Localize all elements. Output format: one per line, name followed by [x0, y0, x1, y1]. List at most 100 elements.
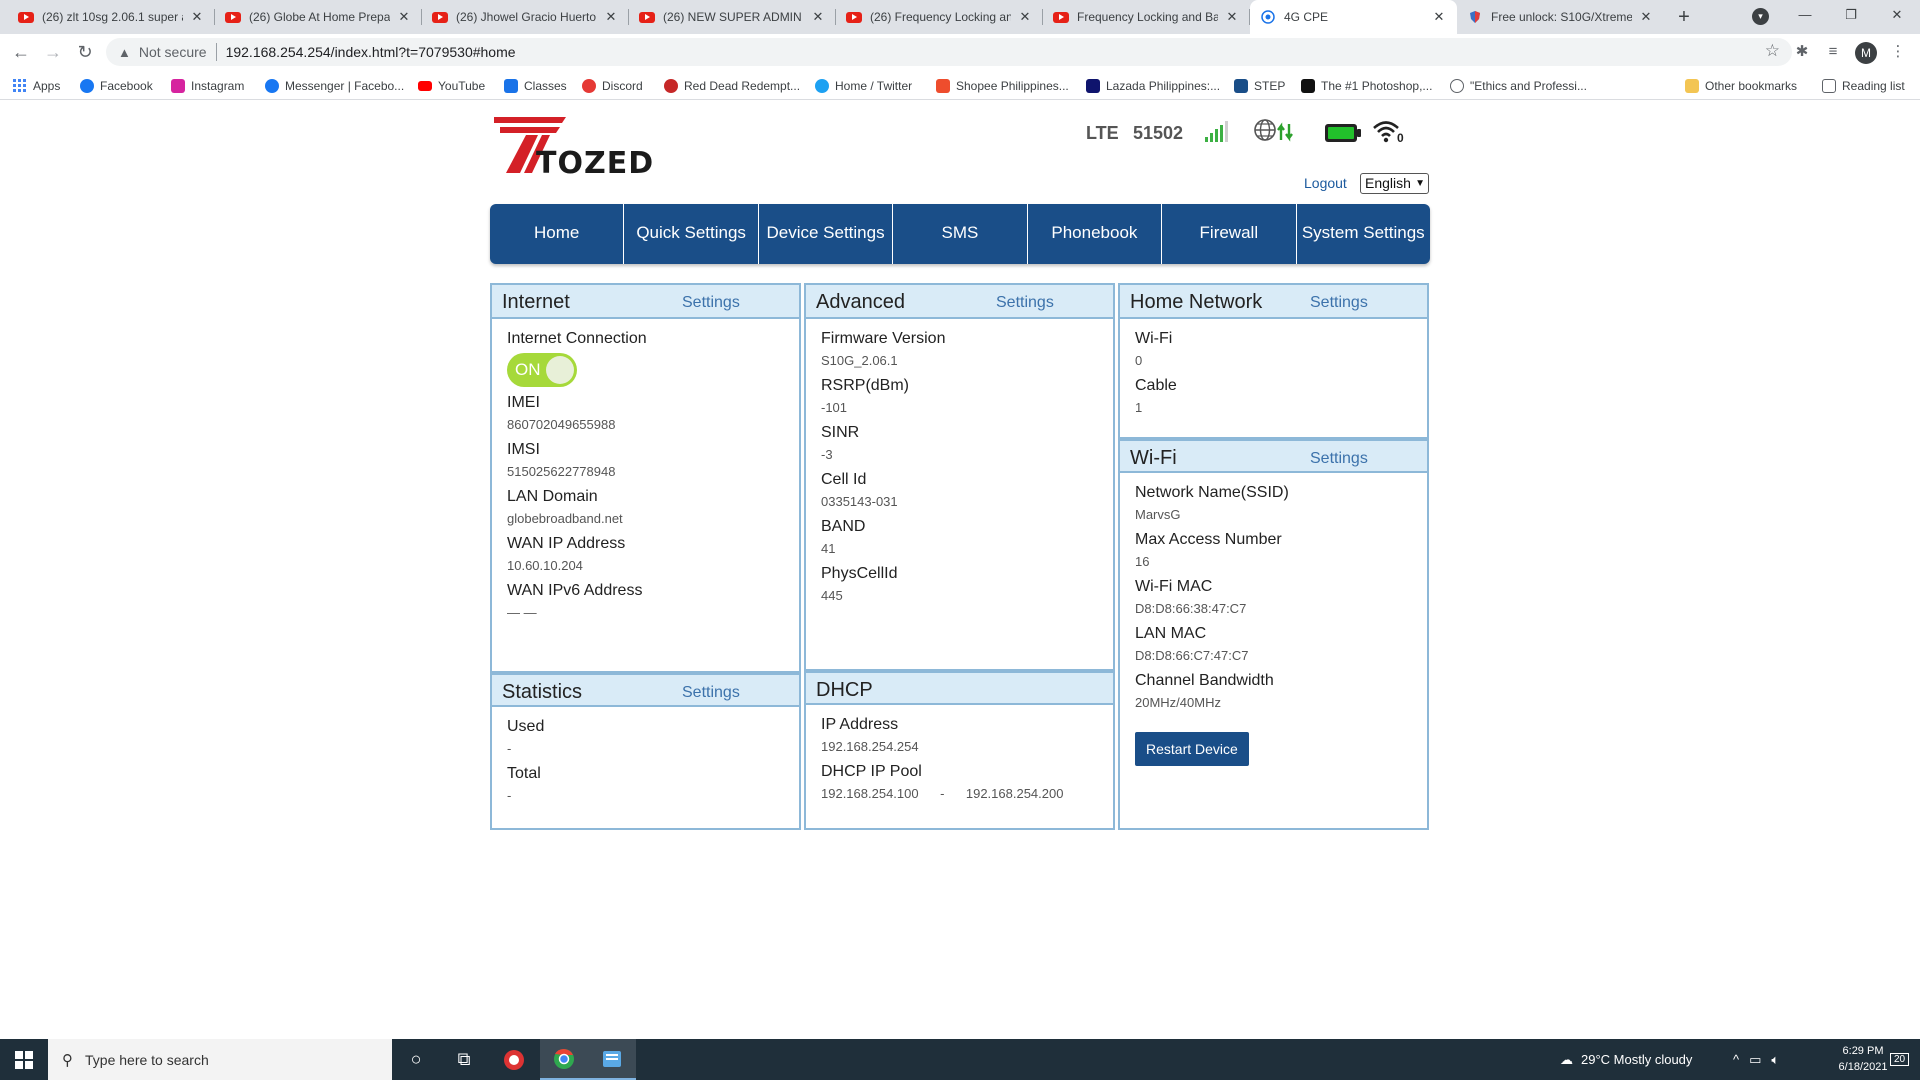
advanced-settings-link[interactable]: Settings: [996, 294, 1054, 312]
tab-search-icon[interactable]: ▾: [1752, 8, 1769, 25]
reading-list[interactable]: Reading list: [1822, 77, 1905, 95]
close-icon[interactable]: ✕: [1638, 9, 1654, 25]
tray-icons: ^ ▭ 🔈︎: [1733, 1039, 1779, 1080]
address-bar[interactable]: ▲ Not secure 192.168.254.254/index.html?…: [106, 38, 1792, 66]
nav-firewall[interactable]: Firewall: [1162, 204, 1297, 264]
classroom-icon: [504, 79, 518, 93]
bookmark-label: Lazada Philippines:...: [1106, 79, 1221, 93]
bookmark-red-dead[interactable]: Red Dead Redempt...: [664, 77, 800, 95]
internet-connection-toggle[interactable]: ON: [507, 353, 577, 387]
close-icon[interactable]: ✕: [396, 9, 412, 25]
wan-ip-value: 10.60.10.204: [507, 558, 583, 573]
reload-icon[interactable]: ↻: [73, 40, 97, 64]
extensions-icon[interactable]: ✱: [1792, 42, 1812, 62]
bookmark-label: YouTube: [438, 79, 486, 93]
windows-start-icon[interactable]: [0, 1039, 48, 1080]
nav-home[interactable]: Home: [490, 204, 625, 264]
bookmark-classes[interactable]: Classes: [504, 77, 567, 95]
nav-device-settings[interactable]: Device Settings: [759, 204, 894, 264]
restore-icon[interactable]: ❐: [1828, 0, 1874, 34]
network-icon[interactable]: ▭: [1749, 1052, 1761, 1068]
browser-tab-active[interactable]: 4G CPE ✕: [1250, 0, 1457, 34]
bookmark-ethics[interactable]: "Ethics and Professi...: [1450, 77, 1587, 95]
browser-tab[interactable]: (26) Jhowel Gracio Huerto ✕: [422, 0, 629, 34]
profile-avatar[interactable]: M: [1855, 42, 1877, 64]
brand-name: TOZED: [536, 146, 655, 181]
security-label[interactable]: Not secure: [139, 44, 207, 60]
app-icon[interactable]: [588, 1039, 636, 1080]
wifi-mac-label: Wi-Fi MAC: [1135, 578, 1213, 595]
cortana-icon[interactable]: ○: [392, 1039, 440, 1080]
home-network-panel: Home Network Settings Wi-Fi 0 Cable 1: [1118, 283, 1429, 439]
task-view-icon[interactable]: ⧉: [440, 1039, 488, 1080]
bookmark-label: Classes: [524, 79, 567, 93]
weather-widget[interactable]: ☁ 29°C Mostly cloudy: [1560, 1039, 1692, 1080]
pool-end: 192.168.254.200: [965, 786, 1064, 801]
search-icon: ⚲: [62, 1051, 73, 1069]
firmware-label: Firmware Version: [821, 330, 946, 347]
close-icon[interactable]: ✕: [189, 9, 205, 25]
internet-settings-link[interactable]: Settings: [682, 294, 740, 312]
wan-ipv6-label: WAN IPv6 Address: [507, 582, 643, 599]
cell-id-label: Cell Id: [821, 471, 867, 488]
chrome-icon[interactable]: [540, 1039, 588, 1080]
close-icon[interactable]: ✕: [603, 9, 619, 25]
network-type: LTE: [1086, 123, 1119, 143]
close-window-icon[interactable]: ✕: [1874, 0, 1920, 34]
close-icon[interactable]: ✕: [810, 9, 826, 25]
imsi-value: 515025622778948: [507, 464, 616, 479]
nav-quick-settings[interactable]: Quick Settings: [624, 204, 759, 264]
bookmark-shopee[interactable]: Shopee Philippines...: [936, 77, 1069, 95]
close-icon[interactable]: ✕: [1017, 9, 1033, 25]
nav-sms[interactable]: SMS: [893, 204, 1028, 264]
nav-phonebook[interactable]: Phonebook: [1028, 204, 1163, 264]
browser-tab-strip: (26) zlt 10sg 2.06.1 super a ✕ (26) Glob…: [0, 0, 1920, 34]
bookmark-photoshop[interactable]: The #1 Photoshop,...: [1301, 77, 1432, 95]
statistics-settings-link[interactable]: Settings: [682, 684, 740, 702]
minimize-icon[interactable]: —: [1782, 0, 1828, 34]
other-bookmarks[interactable]: Other bookmarks: [1685, 77, 1797, 95]
taskbar-clock[interactable]: 6:29 PM 6/18/2021: [1830, 1043, 1896, 1075]
bookmark-discord[interactable]: Discord: [582, 77, 643, 95]
browser-tab[interactable]: (26) NEW SUPER ADMIN A ✕: [629, 0, 836, 34]
bookmark-facebook[interactable]: Facebook: [80, 77, 153, 95]
home-network-settings-link[interactable]: Settings: [1310, 294, 1368, 312]
close-icon[interactable]: ✕: [1431, 9, 1447, 25]
chevron-up-icon[interactable]: ^: [1733, 1052, 1739, 1067]
bookmark-star-icon[interactable]: ☆: [1765, 41, 1780, 61]
media-queue-icon[interactable]: ≡: [1823, 42, 1843, 62]
browser-tab[interactable]: (26) Globe At Home Prepai ✕: [215, 0, 422, 34]
app-icon[interactable]: [490, 1039, 538, 1080]
close-icon[interactable]: ✕: [1224, 9, 1240, 25]
notification-center[interactable]: 20: [1890, 1039, 1910, 1080]
url-text[interactable]: 192.168.254.254/index.html?t=7079530#hom…: [226, 44, 516, 60]
browser-tab[interactable]: (26) Frequency Locking an ✕: [836, 0, 1043, 34]
new-tab-button[interactable]: +: [1672, 6, 1696, 30]
bookmark-lazada[interactable]: Lazada Philippines:...: [1086, 77, 1220, 95]
volume-icon[interactable]: 🔈︎: [1771, 1052, 1779, 1068]
logout-link[interactable]: Logout: [1304, 175, 1347, 191]
dhcp-ip-label: IP Address: [821, 716, 899, 733]
bookmark-instagram[interactable]: Instagram: [171, 77, 244, 95]
restart-device-button[interactable]: Restart Device: [1135, 732, 1249, 766]
menu-icon[interactable]: ⋮: [1888, 42, 1908, 62]
wifi-settings-link[interactable]: Settings: [1310, 450, 1368, 468]
used-label: Used: [507, 718, 545, 735]
taskbar-search[interactable]: ⚲ Type here to search: [48, 1039, 392, 1080]
tab-title: Frequency Locking and Ba: [1077, 10, 1218, 24]
bookmark-apps[interactable]: Apps: [13, 77, 60, 95]
bookmark-youtube[interactable]: YouTube: [418, 77, 485, 95]
bookmark-twitter[interactable]: Home / Twitter: [815, 77, 912, 95]
browser-tab[interactable]: Frequency Locking and Ba ✕: [1043, 0, 1250, 34]
browser-tab[interactable]: Free unlock: S10G/Xtreme ✕: [1457, 0, 1664, 34]
back-icon[interactable]: ←: [9, 40, 33, 64]
imei-label: IMEI: [507, 394, 540, 411]
nav-system-settings[interactable]: System Settings: [1297, 204, 1430, 264]
language-select[interactable]: English ▼: [1360, 173, 1429, 194]
bookmark-messenger[interactable]: Messenger | Facebo...: [265, 77, 404, 95]
toggle-state: ON: [515, 360, 541, 379]
warning-icon[interactable]: ▲: [118, 45, 131, 60]
forward-icon[interactable]: →: [41, 40, 65, 64]
browser-tab[interactable]: (26) zlt 10sg 2.06.1 super a ✕: [8, 0, 215, 34]
bookmark-step[interactable]: STEP: [1234, 77, 1285, 95]
